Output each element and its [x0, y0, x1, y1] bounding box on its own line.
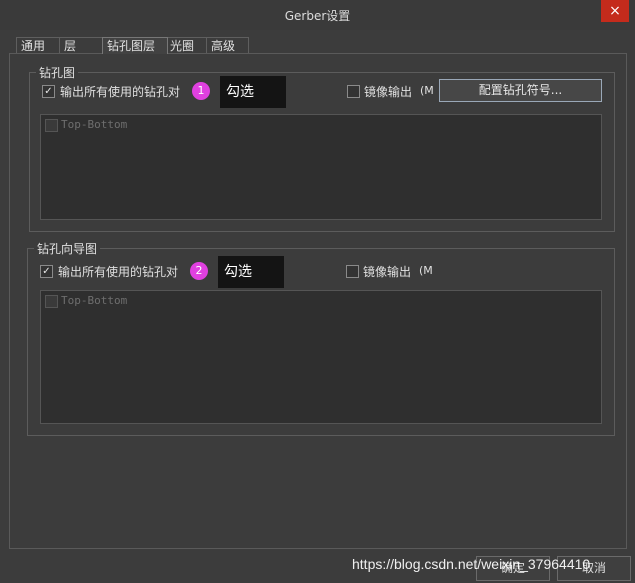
tab-content-panel: 钻孔图 ✓ 输出所有使用的钻孔对 镜像输出 (M 配置钻孔符号... Top-B…	[9, 53, 627, 549]
close-icon: ×	[609, 3, 621, 19]
drill-drawing-top-bottom-label: Top-Bottom	[61, 118, 128, 131]
drill-guide-mirror-label: 镜像输出	[363, 265, 412, 279]
drill-guide-plot-all-label: 输出所有使用的钻孔对	[58, 265, 179, 279]
check-icon: ✓	[44, 86, 53, 97]
check-icon: ✓	[42, 266, 51, 277]
annotation-callout-1: 勾选	[220, 76, 286, 108]
tab-drill-drawing[interactable]: 钻孔图层	[102, 37, 168, 54]
configure-drill-symbols-button[interactable]: 配置钻孔符号...	[439, 79, 602, 102]
drill-guide-layer-pairs-list: Top-Bottom	[40, 290, 602, 424]
drill-drawing-group: 钻孔图 ✓ 输出所有使用的钻孔对 镜像输出 (M 配置钻孔符号... Top-B…	[29, 64, 615, 232]
drill-guide-mirror-hint: (M	[419, 264, 433, 277]
drill-drawing-mirror-label: 镜像输出	[364, 85, 413, 99]
annotation-badge-1: 1	[192, 82, 210, 100]
window-title: Gerber设置	[284, 9, 351, 23]
tab-advanced[interactable]: 高级	[206, 37, 249, 54]
drill-drawing-mirror-hint: (M	[420, 84, 434, 97]
drill-drawing-layer-pairs-list: Top-Bottom	[40, 114, 602, 220]
drill-drawing-mirror-checkbox[interactable]	[347, 85, 360, 98]
tab-apertures[interactable]: 光圈	[165, 37, 208, 54]
drill-guide-mirror-checkbox[interactable]	[346, 265, 359, 278]
drill-guide-top-bottom-label: Top-Bottom	[61, 294, 128, 307]
drill-drawing-title: 钻孔图	[36, 64, 79, 81]
gerber-settings-dialog: Gerber设置 × 通用 层 钻孔图层 光圈 高级 钻孔图 ✓ 输出所有使用的…	[0, 0, 635, 583]
drill-guide-group: 钻孔向导图 ✓ 输出所有使用的钻孔对 镜像输出 (M Top-Bottom	[27, 240, 615, 436]
annotation-badge-2: 2	[190, 262, 208, 280]
drill-guide-title: 钻孔向导图	[34, 240, 101, 257]
drill-drawing-plot-all-label: 输出所有使用的钻孔对	[60, 85, 181, 99]
title-bar: Gerber设置 ×	[0, 0, 635, 30]
annotation-callout-2: 勾选	[218, 256, 284, 288]
drill-guide-top-bottom-checkbox[interactable]	[45, 295, 58, 308]
close-button[interactable]: ×	[601, 0, 629, 22]
drill-guide-plot-all-checkbox[interactable]: ✓	[40, 265, 53, 278]
drill-drawing-top-bottom-checkbox[interactable]	[45, 119, 58, 132]
drill-drawing-plot-all-checkbox[interactable]: ✓	[42, 85, 55, 98]
tab-general[interactable]: 通用	[16, 37, 60, 54]
watermark: https://blog.csdn.net/weixin_37964410	[352, 556, 591, 572]
